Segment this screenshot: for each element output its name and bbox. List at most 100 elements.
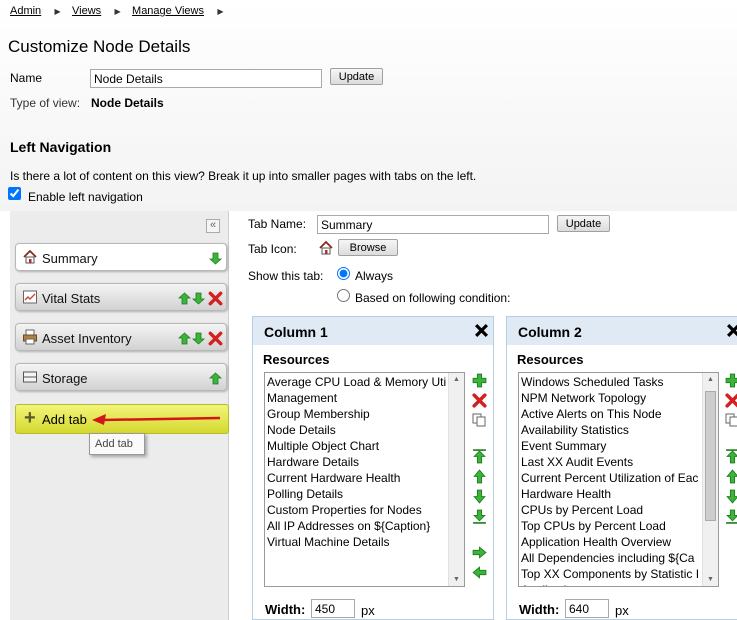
resource-list-item[interactable]: Windows Scheduled Tasks xyxy=(519,374,718,390)
delete-icon[interactable] xyxy=(208,291,223,306)
tab-summary[interactable]: Summary xyxy=(15,243,227,271)
scrollbar[interactable]: ▲ ▼ xyxy=(448,373,464,586)
always-radio[interactable] xyxy=(337,267,350,280)
add-tab-tooltip: Add tab xyxy=(89,433,145,455)
column-2-width-input[interactable] xyxy=(565,599,609,618)
condition-radio[interactable] xyxy=(337,289,350,302)
scrollbar[interactable]: ▲ ▼ xyxy=(702,373,718,586)
delete-resource-icon[interactable] xyxy=(725,393,737,408)
move-up-icon[interactable] xyxy=(178,332,191,345)
enable-left-nav-checkbox[interactable] xyxy=(8,187,21,200)
move-up-icon[interactable] xyxy=(209,372,222,385)
move-down-icon[interactable] xyxy=(192,292,205,305)
move-down-icon[interactable] xyxy=(725,489,737,504)
resource-list-item[interactable]: Top XX Components by Statistic I xyxy=(519,566,718,582)
delete-icon[interactable] xyxy=(208,331,223,346)
delete-resource-icon[interactable] xyxy=(472,393,487,408)
breadcrumb-manage-views-link[interactable]: Manage Views xyxy=(132,5,204,17)
move-right-icon[interactable] xyxy=(472,545,487,560)
resource-list-item[interactable]: Management xyxy=(265,390,464,406)
resource-list-item[interactable]: Hardware Health xyxy=(519,486,718,502)
column-header: Column 1 xyxy=(253,317,493,345)
tab-storage[interactable]: Storage xyxy=(15,363,227,391)
move-down-icon[interactable] xyxy=(472,489,487,504)
resource-list-item[interactable]: Active Alerts on This Node xyxy=(519,406,718,422)
close-icon[interactable] xyxy=(726,323,737,338)
width-unit: px xyxy=(615,603,629,618)
column-title: Column 1 xyxy=(264,324,328,340)
breadcrumb-admin-link[interactable]: Admin xyxy=(10,5,41,17)
column-1-panel: Column 1 Resources Average CPU Load & Me… xyxy=(252,316,494,620)
chart-icon xyxy=(23,290,37,304)
copy-icon[interactable] xyxy=(725,413,737,427)
type-of-view-label: Type of view: xyxy=(10,96,81,110)
close-icon[interactable] xyxy=(474,323,489,338)
tab-asset-inventory[interactable]: Asset Inventory xyxy=(15,323,227,351)
left-tabs-panel: « Summary Vital Stats Asset Inventory St… xyxy=(10,211,229,620)
collapse-panel-button[interactable]: « xyxy=(206,219,220,233)
breadcrumb: Admin ▶ Views ▶ Manage Views ▶ xyxy=(10,3,223,19)
resource-list-item[interactable]: Virtual Machine Details xyxy=(265,534,464,550)
resource-list-item[interactable]: Last XX Audit Events xyxy=(519,454,718,470)
width-label: Width: xyxy=(265,602,306,617)
printer-icon xyxy=(23,329,37,345)
column-1-width-input[interactable] xyxy=(311,599,355,618)
resource-list-item[interactable]: CPUs by Percent Load xyxy=(519,502,718,518)
copy-icon[interactable] xyxy=(472,413,486,427)
add-tab-button[interactable]: + Add tab xyxy=(15,404,229,434)
home-icon xyxy=(23,249,37,264)
column-2-panel: Column 2 Resources Windows Scheduled Tas… xyxy=(506,316,737,620)
tab-name-input[interactable] xyxy=(317,215,549,234)
resource-list-item[interactable]: Multiple Object Chart xyxy=(265,438,464,454)
name-label: Name xyxy=(10,71,43,85)
type-of-view-value: Node Details xyxy=(91,96,164,110)
left-navigation-heading: Left Navigation xyxy=(10,139,112,155)
resource-list-item[interactable]: Current Hardware Health xyxy=(265,470,464,486)
tab-label: Asset Inventory xyxy=(42,331,132,346)
resource-list-item[interactable]: Application Health Overview xyxy=(519,534,718,550)
width-unit: px xyxy=(361,603,375,618)
tab-vital-stats[interactable]: Vital Stats xyxy=(15,283,227,311)
resource-list-item[interactable]: All IP Addresses on ${Caption} xyxy=(265,518,464,534)
move-top-icon[interactable] xyxy=(725,449,737,464)
page-title: Customize Node Details xyxy=(8,37,191,56)
resources-listbox[interactable]: Average CPU Load & Memory Uti Management G… xyxy=(264,372,465,587)
breadcrumb-views-link[interactable]: Views xyxy=(72,5,101,17)
resource-list-item[interactable]: Current Percent Utilization of Eac xyxy=(519,470,718,486)
resource-list-item[interactable]: Availability Statistics xyxy=(519,422,718,438)
move-up-icon[interactable] xyxy=(725,469,737,484)
home-icon xyxy=(319,240,333,255)
add-resource-icon[interactable] xyxy=(725,373,737,388)
resource-list-item[interactable]: Polling Details xyxy=(265,486,464,502)
move-down-icon[interactable] xyxy=(192,332,205,345)
move-left-icon[interactable] xyxy=(472,565,487,580)
resource-list-item[interactable]: Average CPU Load & Memory Uti xyxy=(265,374,464,390)
update-tab-button[interactable]: Update xyxy=(557,215,610,232)
resource-list-item[interactable]: Custom Properties for Nodes xyxy=(265,502,464,518)
resource-list-item[interactable]: Node Details xyxy=(265,422,464,438)
update-name-button[interactable]: Update xyxy=(330,68,383,85)
add-resource-icon[interactable] xyxy=(472,373,487,388)
resource-list-item[interactable]: Group Membership xyxy=(265,406,464,422)
resources-listbox[interactable]: Windows Scheduled Tasks NPM Network Topol… xyxy=(518,372,719,587)
view-name-input[interactable] xyxy=(90,69,322,88)
chevron-right-icon: ▶ xyxy=(114,7,121,16)
resource-list-item[interactable]: Event Summary xyxy=(519,438,718,454)
resource-list-item[interactable]: NPM Network Topology xyxy=(519,390,718,406)
move-up-icon[interactable] xyxy=(178,292,191,305)
move-top-icon[interactable] xyxy=(472,449,487,464)
resources-label: Resources xyxy=(517,352,584,367)
resource-list-item[interactable]: Top CPUs by Percent Load xyxy=(519,518,718,534)
resources-label: Resources xyxy=(263,352,330,367)
column-title: Column 2 xyxy=(518,324,582,340)
move-bottom-icon[interactable] xyxy=(725,509,737,524)
chevron-right-icon: ▶ xyxy=(217,7,224,16)
resource-list-item[interactable]: Hardware Details xyxy=(265,454,464,470)
plus-icon: + xyxy=(24,407,36,429)
move-down-icon[interactable] xyxy=(209,252,222,265)
resource-list-item[interactable]: All Dependencies including ${Ca xyxy=(519,550,718,566)
resource-list-item[interactable]: Application... xyxy=(519,582,718,586)
browse-icon-button[interactable]: Browse xyxy=(338,239,398,256)
move-bottom-icon[interactable] xyxy=(472,509,487,524)
move-up-icon[interactable] xyxy=(472,469,487,484)
